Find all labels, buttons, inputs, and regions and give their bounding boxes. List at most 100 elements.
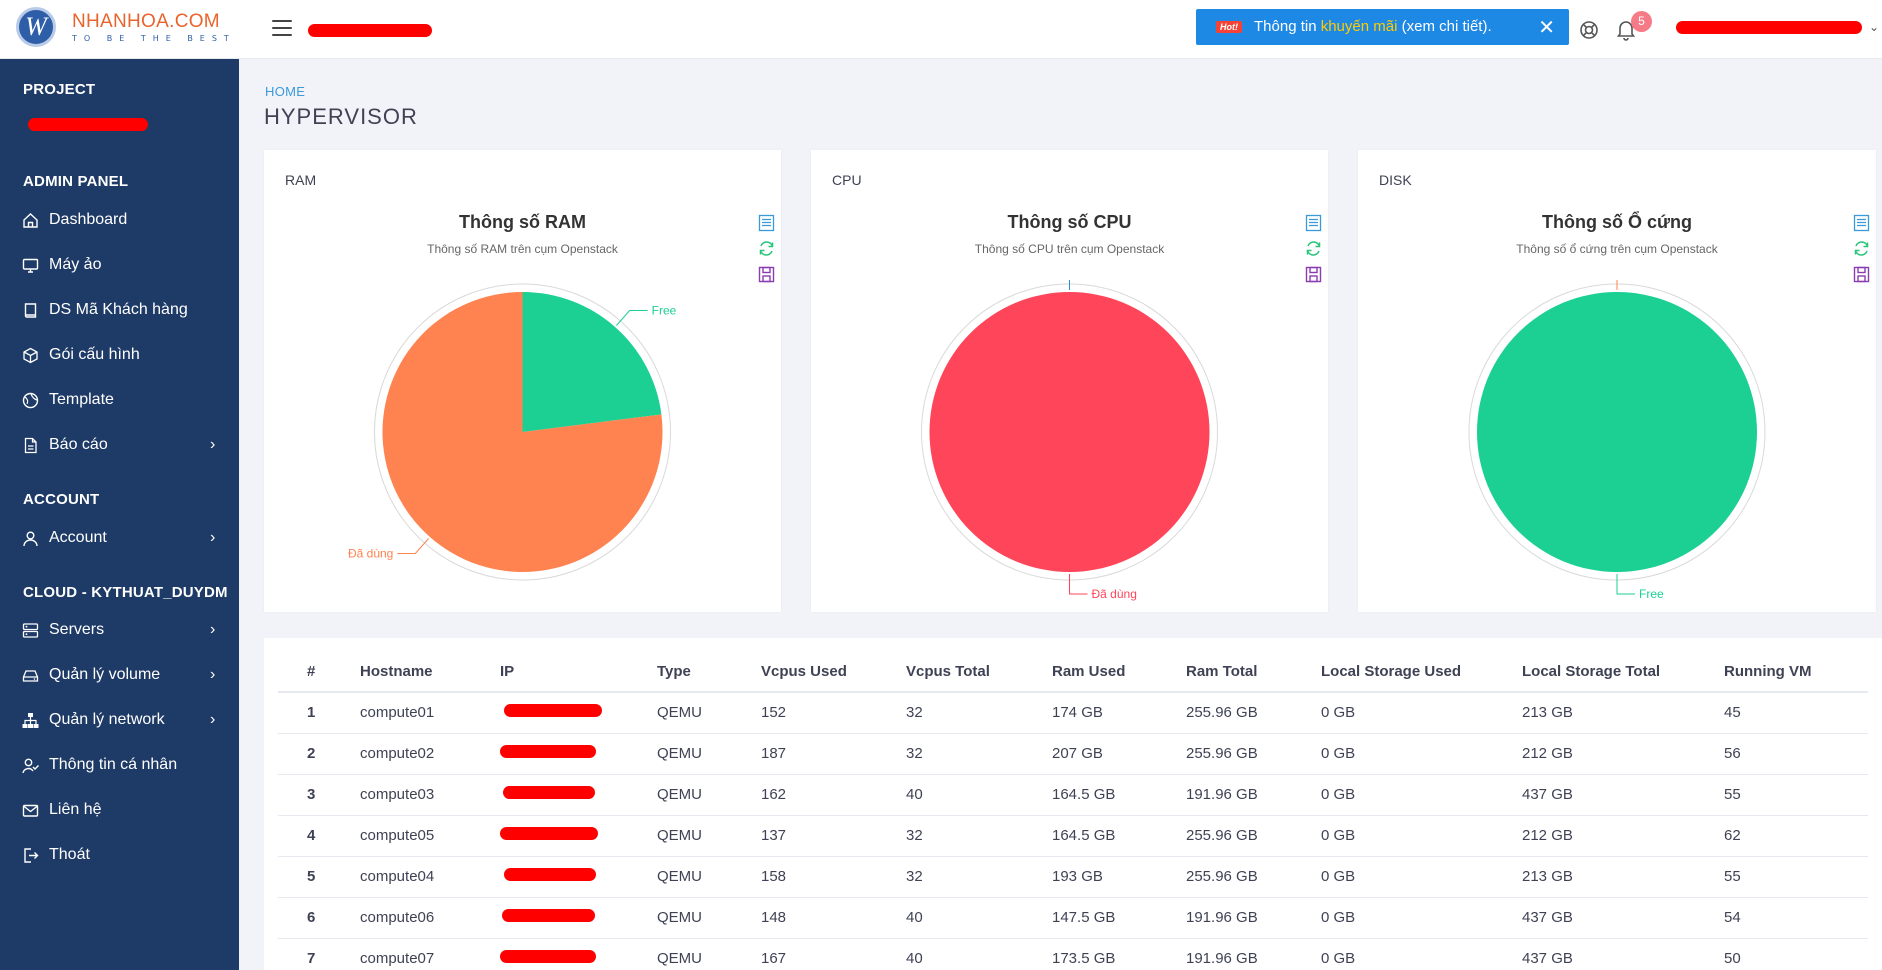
sidebar-item-account[interactable]: Account › bbox=[0, 518, 239, 558]
support-icon[interactable] bbox=[1579, 20, 1599, 45]
server-icon bbox=[21, 621, 39, 639]
sidebar-item-servers[interactable]: Servers › bbox=[0, 610, 239, 650]
table-cell: 255.96 GB bbox=[1186, 815, 1321, 857]
table-row[interactable]: 3 compute03 QEMU 162 40 164.5 GB 191.96 GB 0 GB… bbox=[278, 774, 1868, 816]
col-header-running-vm: Running VM bbox=[1724, 652, 1868, 693]
data-view-icon[interactable] bbox=[1853, 214, 1873, 240]
sidebar-item-label: Thoát bbox=[49, 846, 90, 863]
sidebar-item-label: Máy ảo bbox=[49, 256, 102, 273]
sidebar-item-volume[interactable]: Quản lý volume › bbox=[0, 655, 239, 695]
table-cell: 187 bbox=[761, 733, 906, 775]
promo-banner[interactable]: Hot! Thông tin khuyến mãi (xem chi tiết)… bbox=[1196, 9, 1569, 45]
refresh-icon[interactable] bbox=[1853, 240, 1873, 266]
col-header-index: # bbox=[278, 652, 360, 693]
table-cell: 0 GB bbox=[1321, 733, 1522, 775]
sidebar-item-packages[interactable]: Gói cấu hình bbox=[0, 335, 239, 375]
chevron-down-icon[interactable]: ⌄ bbox=[1869, 20, 1879, 34]
chart-subtitle: Thông số RAM trên cụm Openstack bbox=[427, 242, 618, 256]
table-cell: 0 GB bbox=[1321, 692, 1522, 734]
table-cell: 213 GB bbox=[1522, 856, 1724, 898]
table-row[interactable]: 6 compute06 QEMU 148 40 147.5 GB 191.96 GB 0 GB… bbox=[278, 897, 1868, 939]
table-cell: 191.96 GB bbox=[1186, 774, 1321, 816]
user-icon bbox=[21, 529, 39, 547]
pie-leader-line bbox=[1069, 574, 1088, 595]
table-cell bbox=[500, 938, 657, 970]
table-cell: 162 bbox=[761, 774, 906, 816]
hot-badge: Hot! bbox=[1216, 21, 1242, 33]
table-cell: 152 bbox=[761, 692, 906, 734]
data-view-icon[interactable] bbox=[1305, 214, 1325, 240]
table-cell: 0 GB bbox=[1321, 815, 1522, 857]
table-cell: compute02 bbox=[360, 733, 500, 775]
table-cell: 32 bbox=[906, 692, 1052, 734]
refresh-icon[interactable] bbox=[758, 240, 778, 266]
redacted-project-select[interactable] bbox=[28, 118, 148, 131]
table-row[interactable]: 7 compute07 QEMU 167 40 173.5 GB 191.96 GB 0 GB… bbox=[278, 938, 1868, 970]
sidebar-item-label: Gói cấu hình bbox=[49, 346, 140, 363]
chevron-right-icon: › bbox=[210, 529, 216, 546]
table-cell: 212 GB bbox=[1522, 815, 1724, 857]
table-row[interactable]: 2 compute02 QEMU 187 32 207 GB 255.96 GB 0 GB 21… bbox=[278, 733, 1868, 775]
table-cell bbox=[500, 692, 657, 734]
sidebar-item-customers[interactable]: DS Mã Khách hàng bbox=[0, 290, 239, 330]
table-cell: 191.96 GB bbox=[1186, 897, 1321, 939]
table-cell: compute01 bbox=[360, 692, 500, 734]
table-cell: QEMU bbox=[657, 774, 761, 816]
table-cell: 164.5 GB bbox=[1052, 774, 1186, 816]
promo-close-button[interactable]: ✕ bbox=[1538, 15, 1555, 40]
table-row[interactable]: 5 compute04 QEMU 158 32 193 GB 255.96 GB 0 GB 21… bbox=[278, 856, 1868, 898]
sidebar-item-logout[interactable]: Thoát bbox=[0, 835, 239, 875]
table-row[interactable]: 4 compute05 QEMU 137 32 164.5 GB 255.96 GB 0 GB… bbox=[278, 815, 1868, 857]
sidebar-item-label: Account bbox=[49, 529, 107, 546]
col-header-storage-total: Local Storage Total bbox=[1522, 652, 1724, 693]
pie-slice bbox=[1477, 292, 1757, 572]
table-cell: 32 bbox=[906, 815, 1052, 857]
refresh-icon[interactable] bbox=[1305, 240, 1325, 266]
sidebar-item-label: Quản lý volume bbox=[49, 666, 161, 683]
brand[interactable]: NHANHOA.COM TO BE THE BEST bbox=[72, 11, 236, 43]
col-header-ram-total: Ram Total bbox=[1186, 652, 1321, 693]
pie-label: Đã dùng bbox=[348, 547, 393, 561]
redacted-user-name[interactable] bbox=[1676, 21, 1862, 34]
table-cell: 255.96 GB bbox=[1186, 692, 1321, 734]
col-header-vcpus-used: Vcpus Used bbox=[761, 652, 906, 693]
drive-icon bbox=[21, 666, 39, 684]
table-row[interactable]: 1 compute01 QEMU 152 32 174 GB 255.96 GB 0 GB 21… bbox=[278, 692, 1868, 734]
chevron-right-icon: › bbox=[210, 436, 216, 453]
sidebar-item-label: Dashboard bbox=[49, 211, 128, 228]
sidebar-item-reports[interactable]: Báo cáo › bbox=[0, 425, 239, 465]
sidebar-item-profile[interactable]: Thông tin cá nhân bbox=[0, 745, 239, 785]
sidebar-item-network[interactable]: Quản lý network › bbox=[0, 700, 239, 740]
table-cell: QEMU bbox=[657, 815, 761, 857]
table-cell: 0 GB bbox=[1321, 856, 1522, 898]
col-header-type: Type bbox=[657, 652, 761, 693]
ram-pie-chart[interactable]: Free Đã dùng bbox=[264, 280, 781, 612]
sidebar-item-template[interactable]: Template bbox=[0, 380, 239, 420]
brand-logo[interactable]: W bbox=[16, 7, 56, 47]
cpu-pie-chart[interactable]: Đã dùngFree bbox=[811, 280, 1328, 612]
redacted-ip bbox=[504, 868, 596, 881]
table-cell: 174 GB bbox=[1052, 692, 1186, 734]
notification-badge: 5 bbox=[1631, 11, 1652, 32]
data-view-icon[interactable] bbox=[758, 214, 778, 240]
table-cell: 55 bbox=[1724, 774, 1868, 816]
disk-pie-chart[interactable]: FreeĐã dùng bbox=[1358, 280, 1876, 612]
sidebar-item-vms[interactable]: Máy ảo bbox=[0, 245, 239, 285]
sidebar-item-dashboard[interactable]: Dashboard bbox=[0, 200, 239, 240]
menu-toggle-icon[interactable] bbox=[272, 20, 292, 38]
disk-card: DISK Thông số Ổ cứng Thông số ổ cứng trê… bbox=[1358, 150, 1876, 612]
table-cell: 164.5 GB bbox=[1052, 815, 1186, 857]
table-cell: 437 GB bbox=[1522, 897, 1724, 939]
brand-name: NHANHOA.COM bbox=[72, 11, 220, 32]
col-header-vcpus-total: Vcpus Total bbox=[906, 652, 1052, 693]
page-title: HYPERVISOR bbox=[264, 104, 418, 129]
redacted-ip bbox=[503, 786, 595, 799]
sidebar-item-label: Template bbox=[49, 391, 114, 408]
breadcrumb[interactable]: HOME bbox=[265, 84, 305, 99]
sidebar-item-contact[interactable]: Liên hệ bbox=[0, 790, 239, 830]
table-cell: 173.5 GB bbox=[1052, 938, 1186, 970]
promo-text[interactable]: Thông tin khuyến mãi (xem chi tiết). bbox=[1254, 18, 1492, 35]
cpu-card: CPU Thông số CPU Thông số CPU trên cụm O… bbox=[811, 150, 1328, 612]
pie-label: Free bbox=[652, 303, 677, 317]
ram-card: RAM Thông số RAM Thông số RAM trên cụm O… bbox=[264, 150, 781, 612]
